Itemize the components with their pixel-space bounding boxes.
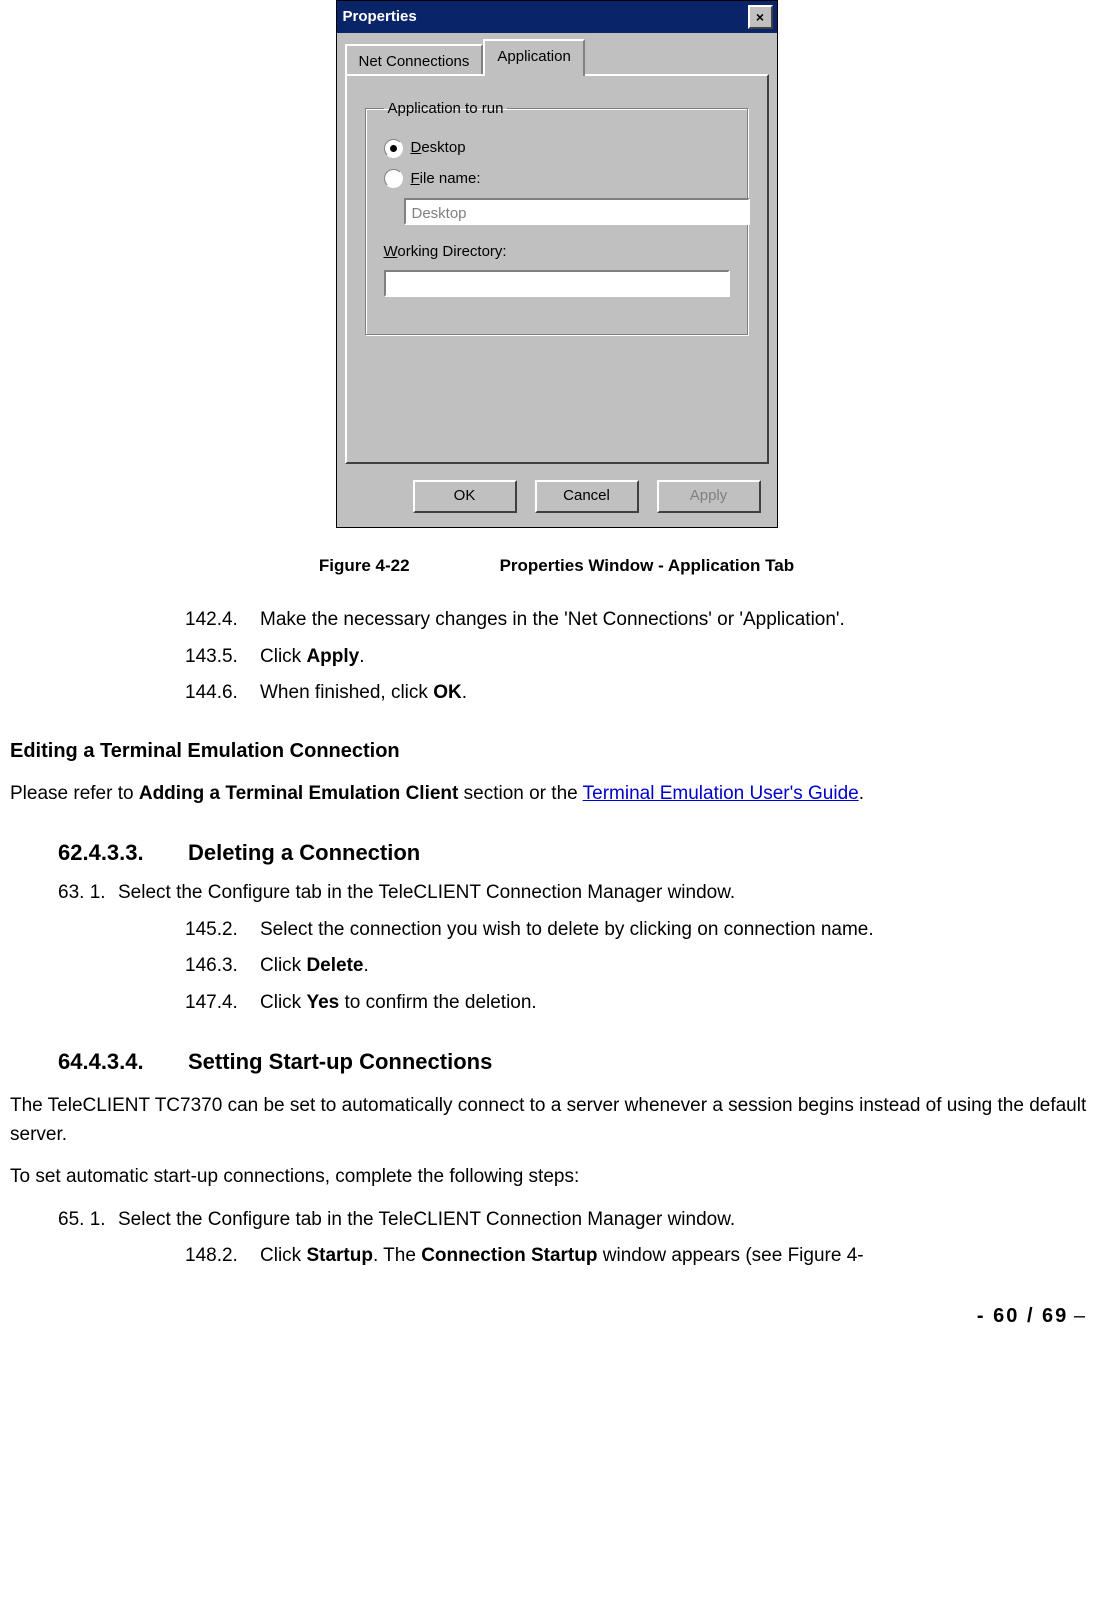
- list-item: 65. 1. Select the Configure tab in the T…: [58, 1206, 1103, 1235]
- radio-desktop[interactable]: Desktop: [384, 137, 730, 160]
- list-item: 147.4. Click Yes to confirm the deletion…: [185, 989, 1103, 1018]
- radio-icon: [384, 139, 403, 158]
- group-application-to-run: Application to run Desktop File name: De…: [365, 98, 749, 336]
- ok-button[interactable]: OK: [413, 480, 517, 513]
- tab-strip: Net Connections Application: [345, 39, 769, 76]
- window-title: Properties: [343, 6, 748, 29]
- list-item: 142.4. Make the necessary changes in the…: [185, 606, 1103, 635]
- heading-editing-terminal: Editing a Terminal Emulation Connection: [10, 736, 1103, 766]
- para-startup-2: To set automatic start-up connections, c…: [10, 1163, 1103, 1192]
- radio-filename-label: File name:: [411, 168, 481, 191]
- figure-caption: Figure 4-22Properties Window - Applicati…: [10, 553, 1103, 579]
- link-terminal-emulation-guide[interactable]: Terminal Emulation User's Guide: [583, 783, 859, 804]
- properties-dialog: Properties × Net Connections Application…: [336, 0, 778, 528]
- tab-application[interactable]: Application: [483, 39, 584, 76]
- titlebar: Properties ×: [337, 1, 777, 33]
- list-item: 146.3. Click Delete.: [185, 952, 1103, 981]
- filename-input[interactable]: Desktop: [404, 198, 750, 225]
- heading-setting-startup: 64.4.3.4.Setting Start-up Connections: [58, 1045, 1103, 1078]
- page-number: - 60 / 69 –: [10, 1301, 1103, 1331]
- para-startup-1: The TeleCLIENT TC7370 can be set to auto…: [10, 1092, 1103, 1149]
- list-item: 143.5. Click Apply.: [185, 643, 1103, 672]
- list-item: 145.2. Select the connection you wish to…: [185, 916, 1103, 945]
- list-item: 144.6. When finished, click OK.: [185, 679, 1103, 708]
- working-directory-input[interactable]: [384, 270, 730, 297]
- tab-page-application: Application to run Desktop File name: De…: [345, 74, 769, 464]
- close-icon[interactable]: ×: [748, 5, 773, 29]
- dialog-button-row: OK Cancel Apply: [345, 464, 769, 513]
- para-editing-terminal: Please refer to Adding a Terminal Emulat…: [10, 780, 1103, 809]
- apply-button[interactable]: Apply: [657, 480, 761, 513]
- working-directory-label: Working Directory:: [384, 241, 730, 264]
- radio-icon: [384, 169, 403, 188]
- radio-desktop-label: Desktop: [411, 137, 466, 160]
- list-item: 148.2. Click Startup. The Connection Sta…: [185, 1242, 1103, 1271]
- group-legend: Application to run: [384, 98, 508, 121]
- radio-filename[interactable]: File name:: [384, 168, 730, 191]
- heading-deleting-connection: 62.4.3.3.Deleting a Connection: [58, 836, 1103, 869]
- list-item: 63. 1. Select the Configure tab in the T…: [58, 879, 1103, 908]
- cancel-button[interactable]: Cancel: [535, 480, 639, 513]
